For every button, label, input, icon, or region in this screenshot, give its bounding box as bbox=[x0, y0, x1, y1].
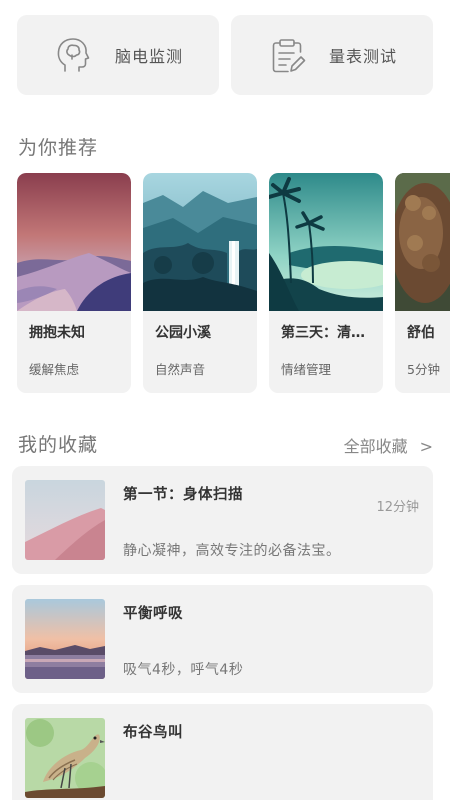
favorite-item[interactable]: 布谷鸟叫 bbox=[12, 704, 433, 800]
top-feature-row: 脑电监测 量表测试 bbox=[17, 15, 433, 95]
favorite-item-title: 布谷鸟叫 bbox=[123, 725, 183, 741]
recommend-card-image bbox=[143, 173, 257, 311]
recommend-carousel[interactable]: 拥抱未知 缓解焦虑 公园小溪 自然声音 第三天：清理... 情绪管理 舒伯 5分… bbox=[17, 173, 450, 395]
head-brain-icon bbox=[57, 38, 90, 72]
favorite-item[interactable]: 平衡呼吸 吸气4秒，呼气4秒 bbox=[12, 585, 433, 693]
view-all-favorites-link[interactable]: 全部收藏 > bbox=[344, 433, 433, 457]
recommend-card-subtitle: 5分钟 bbox=[407, 362, 440, 377]
favorite-item-title: 第一节：身体扫描 bbox=[123, 487, 243, 503]
recommend-card[interactable]: 公园小溪 自然声音 bbox=[143, 173, 257, 393]
favorite-item-title: 平衡呼吸 bbox=[123, 606, 183, 622]
eeg-monitor-card[interactable]: 脑电监测 bbox=[17, 15, 219, 95]
clipboard-edit-icon bbox=[272, 39, 306, 73]
recommend-card-image bbox=[17, 173, 131, 311]
favorite-item-image bbox=[25, 599, 105, 679]
recommend-card-subtitle: 情绪管理 bbox=[281, 362, 332, 377]
recommend-card-title: 第三天：清理... bbox=[281, 325, 377, 341]
recommend-card-subtitle: 自然声音 bbox=[155, 362, 206, 377]
chevron-right-icon: > bbox=[419, 437, 433, 456]
recommend-section-title: 为你推荐 bbox=[18, 137, 99, 159]
favorite-item[interactable]: 第一节：身体扫描 12分钟 静心凝神，高效专注的必备法宝。 bbox=[12, 466, 433, 574]
favorite-item-duration: 12分钟 bbox=[376, 500, 419, 515]
recommend-card-subtitle: 缓解焦虑 bbox=[29, 362, 80, 377]
eeg-monitor-label: 脑电监测 bbox=[115, 47, 184, 66]
recommend-card-image bbox=[269, 173, 383, 311]
scale-test-label: 量表测试 bbox=[329, 47, 398, 66]
favorite-item-image bbox=[25, 480, 105, 560]
recommend-card[interactable]: 舒伯 5分钟 bbox=[395, 173, 450, 393]
recommend-card[interactable]: 拥抱未知 缓解焦虑 bbox=[17, 173, 131, 393]
favorite-item-image bbox=[25, 718, 105, 798]
recommend-card[interactable]: 第三天：清理... 情绪管理 bbox=[269, 173, 383, 393]
recommend-card-title: 公园小溪 bbox=[155, 325, 211, 341]
favorites-section-title: 我的收藏 bbox=[18, 434, 99, 456]
scale-test-card[interactable]: 量表测试 bbox=[231, 15, 433, 95]
recommend-card-title: 拥抱未知 bbox=[29, 325, 85, 341]
favorite-item-description: 静心凝神，高效专注的必备法宝。 bbox=[123, 543, 341, 559]
favorite-item-description: 吸气4秒，呼气4秒 bbox=[123, 662, 244, 678]
view-all-favorites-label: 全部收藏 bbox=[343, 437, 408, 456]
recommend-card-title: 舒伯 bbox=[407, 325, 435, 341]
recommend-card-image bbox=[395, 173, 450, 311]
